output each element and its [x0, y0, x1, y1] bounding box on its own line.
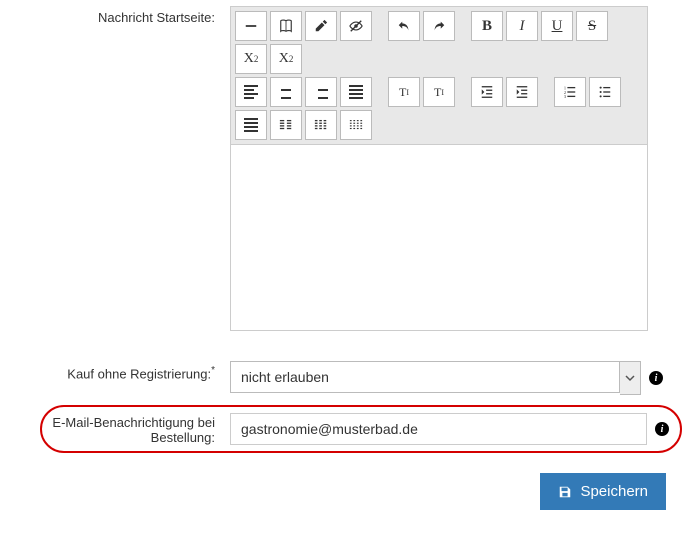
- bold-button[interactable]: B: [471, 11, 503, 41]
- para-4-button[interactable]: [340, 110, 372, 140]
- rich-text-editor: B I U S X2 X2 TI TI: [230, 6, 648, 331]
- align-right-button[interactable]: [305, 77, 337, 107]
- email-notify-input[interactable]: [230, 413, 647, 445]
- save-button[interactable]: Speichern: [540, 473, 666, 510]
- align-justify-button[interactable]: [340, 77, 372, 107]
- para-3-button[interactable]: [305, 110, 337, 140]
- para-2-button[interactable]: [270, 110, 302, 140]
- undo-icon[interactable]: [388, 11, 420, 41]
- underline-button[interactable]: U: [541, 11, 573, 41]
- italic-button[interactable]: I: [506, 11, 538, 41]
- eye-slash-icon[interactable]: [340, 11, 372, 41]
- select-value: nicht erlauben: [230, 361, 620, 393]
- align-left-button[interactable]: [235, 77, 267, 107]
- save-icon: [558, 485, 572, 499]
- eyedropper-icon[interactable]: [305, 11, 337, 41]
- purchase-no-reg-select[interactable]: nicht erlauben: [230, 361, 641, 395]
- save-button-label: Speichern: [580, 483, 648, 500]
- editor-content-area[interactable]: [230, 145, 648, 331]
- info-icon[interactable]: i: [655, 422, 669, 436]
- required-asterisk: *: [211, 365, 215, 376]
- chevron-down-icon[interactable]: [620, 361, 641, 395]
- strike-button[interactable]: S: [576, 11, 608, 41]
- redo-icon[interactable]: [423, 11, 455, 41]
- indent-button[interactable]: [506, 77, 538, 107]
- font-decrease-button[interactable]: TI: [423, 77, 455, 107]
- message-startpage-label: Nachricht Startseite:: [98, 10, 215, 25]
- outdent-button[interactable]: [471, 77, 503, 107]
- superscript-button[interactable]: X2: [270, 44, 302, 74]
- svg-text:3: 3: [564, 94, 567, 99]
- font-increase-button[interactable]: TI: [388, 77, 420, 107]
- unordered-list-button[interactable]: [589, 77, 621, 107]
- para-1-button[interactable]: [235, 110, 267, 140]
- subscript-button[interactable]: X2: [235, 44, 267, 74]
- book-icon[interactable]: [270, 11, 302, 41]
- email-notify-label-line2: Bestellung:: [151, 430, 215, 445]
- ordered-list-button[interactable]: 123: [554, 77, 586, 107]
- editor-toolbar: B I U S X2 X2 TI TI: [230, 6, 648, 145]
- purchase-no-reg-label: Kauf ohne Registrierung:: [67, 366, 211, 381]
- info-icon[interactable]: i: [649, 371, 663, 385]
- minus-icon[interactable]: [235, 11, 267, 41]
- align-center-button[interactable]: [270, 77, 302, 107]
- email-notify-label-line1: E-Mail-Benachrichtigung bei: [52, 415, 215, 430]
